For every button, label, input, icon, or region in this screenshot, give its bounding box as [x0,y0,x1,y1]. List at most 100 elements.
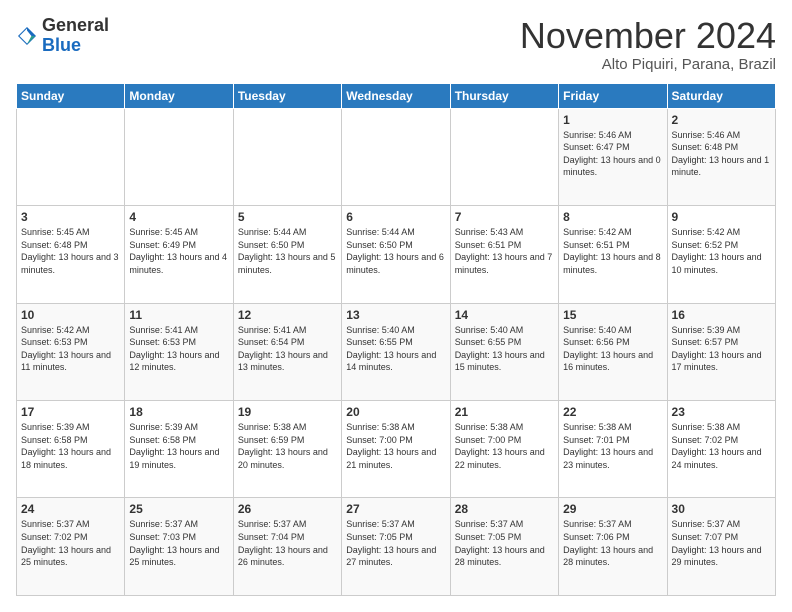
calendar-cell: 1 Sunrise: 5:46 AM Sunset: 6:47 PM Daylig… [559,108,667,205]
logo: General Blue [16,16,109,56]
day-number: 26 [238,502,337,516]
calendar-cell: 20Sunrise: 5:38 AM Sunset: 7:00 PM Dayli… [342,401,450,498]
day-info: Sunrise: 5:37 AM Sunset: 7:05 PM Dayligh… [455,518,554,568]
col-tuesday: Tuesday [233,83,341,108]
day-number: 28 [455,502,554,516]
calendar-cell [450,108,558,205]
logo-icon [16,25,38,47]
day-number: 13 [346,308,445,322]
calendar-cell: 30Sunrise: 5:37 AM Sunset: 7:07 PM Dayli… [667,498,775,596]
day-info: Sunrise: 5:37 AM Sunset: 7:07 PM Dayligh… [672,518,771,568]
calendar-cell: 19 Sunrise: 5:38 AM Sunset: 6:59 PM Dayli… [233,401,341,498]
calendar-cell: 6 Sunrise: 5:44 AM Sunset: 6:50 PM Daylig… [342,206,450,303]
calendar-cell: 7Sunrise: 5:43 AM Sunset: 6:51 PM Daylig… [450,206,558,303]
calendar-cell: 11 Sunrise: 5:41 AM Sunset: 6:53 PM Dayli… [125,303,233,400]
calendar-cell: 5 Sunrise: 5:44 AM Sunset: 6:50 PM Daylig… [233,206,341,303]
logo-text: General Blue [42,16,109,56]
day-number: 29 [563,502,662,516]
day-number: 2 [672,113,771,127]
calendar-cell: 9 Sunrise: 5:42 AM Sunset: 6:52 PM Daylig… [667,206,775,303]
month-title: November 2024 [520,16,776,56]
col-thursday: Thursday [450,83,558,108]
day-info: Sunrise: 5:44 AM Sunset: 6:50 PM Dayligh… [346,226,445,276]
calendar-week-4: 17 Sunrise: 5:39 AM Sunset: 6:58 PM Dayli… [17,401,776,498]
day-number: 14 [455,308,554,322]
day-number: 21 [455,405,554,419]
calendar-cell: 29Sunrise: 5:37 AM Sunset: 7:06 PM Dayli… [559,498,667,596]
day-info: Sunrise: 5:39 AM Sunset: 6:57 PM Dayligh… [672,324,771,374]
day-info: Sunrise: 5:37 AM Sunset: 7:03 PM Dayligh… [129,518,228,568]
day-info: Sunrise: 5:37 AM Sunset: 7:04 PM Dayligh… [238,518,337,568]
col-wednesday: Wednesday [342,83,450,108]
calendar-cell [342,108,450,205]
day-number: 23 [672,405,771,419]
day-number: 6 [346,210,445,224]
day-number: 3 [21,210,120,224]
day-info: Sunrise: 5:39 AM Sunset: 6:58 PM Dayligh… [129,421,228,471]
day-number: 22 [563,405,662,419]
col-friday: Friday [559,83,667,108]
calendar-cell: 4 Sunrise: 5:45 AM Sunset: 6:49 PM Daylig… [125,206,233,303]
calendar-cell [125,108,233,205]
day-number: 1 [563,113,662,127]
day-number: 25 [129,502,228,516]
day-info: Sunrise: 5:46 AM Sunset: 6:48 PM Dayligh… [672,129,771,179]
weekday-header-row: Sunday Monday Tuesday Wednesday Thursday… [17,83,776,108]
calendar-cell: 24 Sunrise: 5:37 AM Sunset: 7:02 PM Dayli… [17,498,125,596]
calendar-cell: 14 Sunrise: 5:40 AM Sunset: 6:55 PM Dayli… [450,303,558,400]
calendar-cell: 15 Sunrise: 5:40 AM Sunset: 6:56 PM Dayli… [559,303,667,400]
day-number: 4 [129,210,228,224]
day-number: 27 [346,502,445,516]
day-number: 11 [129,308,228,322]
calendar-cell: 8 Sunrise: 5:42 AM Sunset: 6:51 PM Daylig… [559,206,667,303]
calendar-week-5: 24 Sunrise: 5:37 AM Sunset: 7:02 PM Dayli… [17,498,776,596]
day-info: Sunrise: 5:42 AM Sunset: 6:53 PM Dayligh… [21,324,120,374]
calendar-table: Sunday Monday Tuesday Wednesday Thursday… [16,83,776,596]
col-saturday: Saturday [667,83,775,108]
calendar-cell [17,108,125,205]
day-info: Sunrise: 5:39 AM Sunset: 6:58 PM Dayligh… [21,421,120,471]
day-number: 9 [672,210,771,224]
day-info: Sunrise: 5:38 AM Sunset: 6:59 PM Dayligh… [238,421,337,471]
day-info: Sunrise: 5:46 AM Sunset: 6:47 PM Dayligh… [563,129,662,179]
day-info: Sunrise: 5:41 AM Sunset: 6:53 PM Dayligh… [129,324,228,374]
day-info: Sunrise: 5:45 AM Sunset: 6:48 PM Dayligh… [21,226,120,276]
day-info: Sunrise: 5:37 AM Sunset: 7:02 PM Dayligh… [21,518,120,568]
day-number: 19 [238,405,337,419]
calendar-cell: 26 Sunrise: 5:37 AM Sunset: 7:04 PM Dayli… [233,498,341,596]
day-info: Sunrise: 5:44 AM Sunset: 6:50 PM Dayligh… [238,226,337,276]
calendar-cell: 27 Sunrise: 5:37 AM Sunset: 7:05 PM Dayli… [342,498,450,596]
calendar-cell: 10Sunrise: 5:42 AM Sunset: 6:53 PM Dayli… [17,303,125,400]
day-info: Sunrise: 5:42 AM Sunset: 6:52 PM Dayligh… [672,226,771,276]
title-block: November 2024 Alto Piquiri, Parana, Braz… [520,16,776,73]
calendar-cell: 13Sunrise: 5:40 AM Sunset: 6:55 PM Dayli… [342,303,450,400]
day-info: Sunrise: 5:38 AM Sunset: 7:02 PM Dayligh… [672,421,771,471]
calendar-week-2: 3 Sunrise: 5:45 AM Sunset: 6:48 PM Daylig… [17,206,776,303]
calendar-cell: 2 Sunrise: 5:46 AM Sunset: 6:48 PM Daylig… [667,108,775,205]
calendar-cell: 28 Sunrise: 5:37 AM Sunset: 7:05 PM Dayli… [450,498,558,596]
header: General Blue November 2024 Alto Piquiri,… [16,16,776,73]
calendar-week-3: 10Sunrise: 5:42 AM Sunset: 6:53 PM Dayli… [17,303,776,400]
calendar-cell: 21Sunrise: 5:38 AM Sunset: 7:00 PM Dayli… [450,401,558,498]
day-number: 8 [563,210,662,224]
calendar-cell: 3 Sunrise: 5:45 AM Sunset: 6:48 PM Daylig… [17,206,125,303]
calendar-cell: 17 Sunrise: 5:39 AM Sunset: 6:58 PM Dayli… [17,401,125,498]
day-number: 24 [21,502,120,516]
day-number: 20 [346,405,445,419]
day-info: Sunrise: 5:42 AM Sunset: 6:51 PM Dayligh… [563,226,662,276]
day-number: 5 [238,210,337,224]
calendar-cell: 22Sunrise: 5:38 AM Sunset: 7:01 PM Dayli… [559,401,667,498]
day-number: 17 [21,405,120,419]
page: General Blue November 2024 Alto Piquiri,… [0,0,792,612]
day-info: Sunrise: 5:43 AM Sunset: 6:51 PM Dayligh… [455,226,554,276]
day-number: 12 [238,308,337,322]
day-info: Sunrise: 5:40 AM Sunset: 6:55 PM Dayligh… [455,324,554,374]
subtitle: Alto Piquiri, Parana, Brazil [520,56,776,73]
day-info: Sunrise: 5:45 AM Sunset: 6:49 PM Dayligh… [129,226,228,276]
day-number: 15 [563,308,662,322]
calendar-body: 1 Sunrise: 5:46 AM Sunset: 6:47 PM Daylig… [17,108,776,595]
calendar-cell: 23 Sunrise: 5:38 AM Sunset: 7:02 PM Dayli… [667,401,775,498]
day-info: Sunrise: 5:40 AM Sunset: 6:56 PM Dayligh… [563,324,662,374]
calendar-cell: 12Sunrise: 5:41 AM Sunset: 6:54 PM Dayli… [233,303,341,400]
day-info: Sunrise: 5:37 AM Sunset: 7:05 PM Dayligh… [346,518,445,568]
